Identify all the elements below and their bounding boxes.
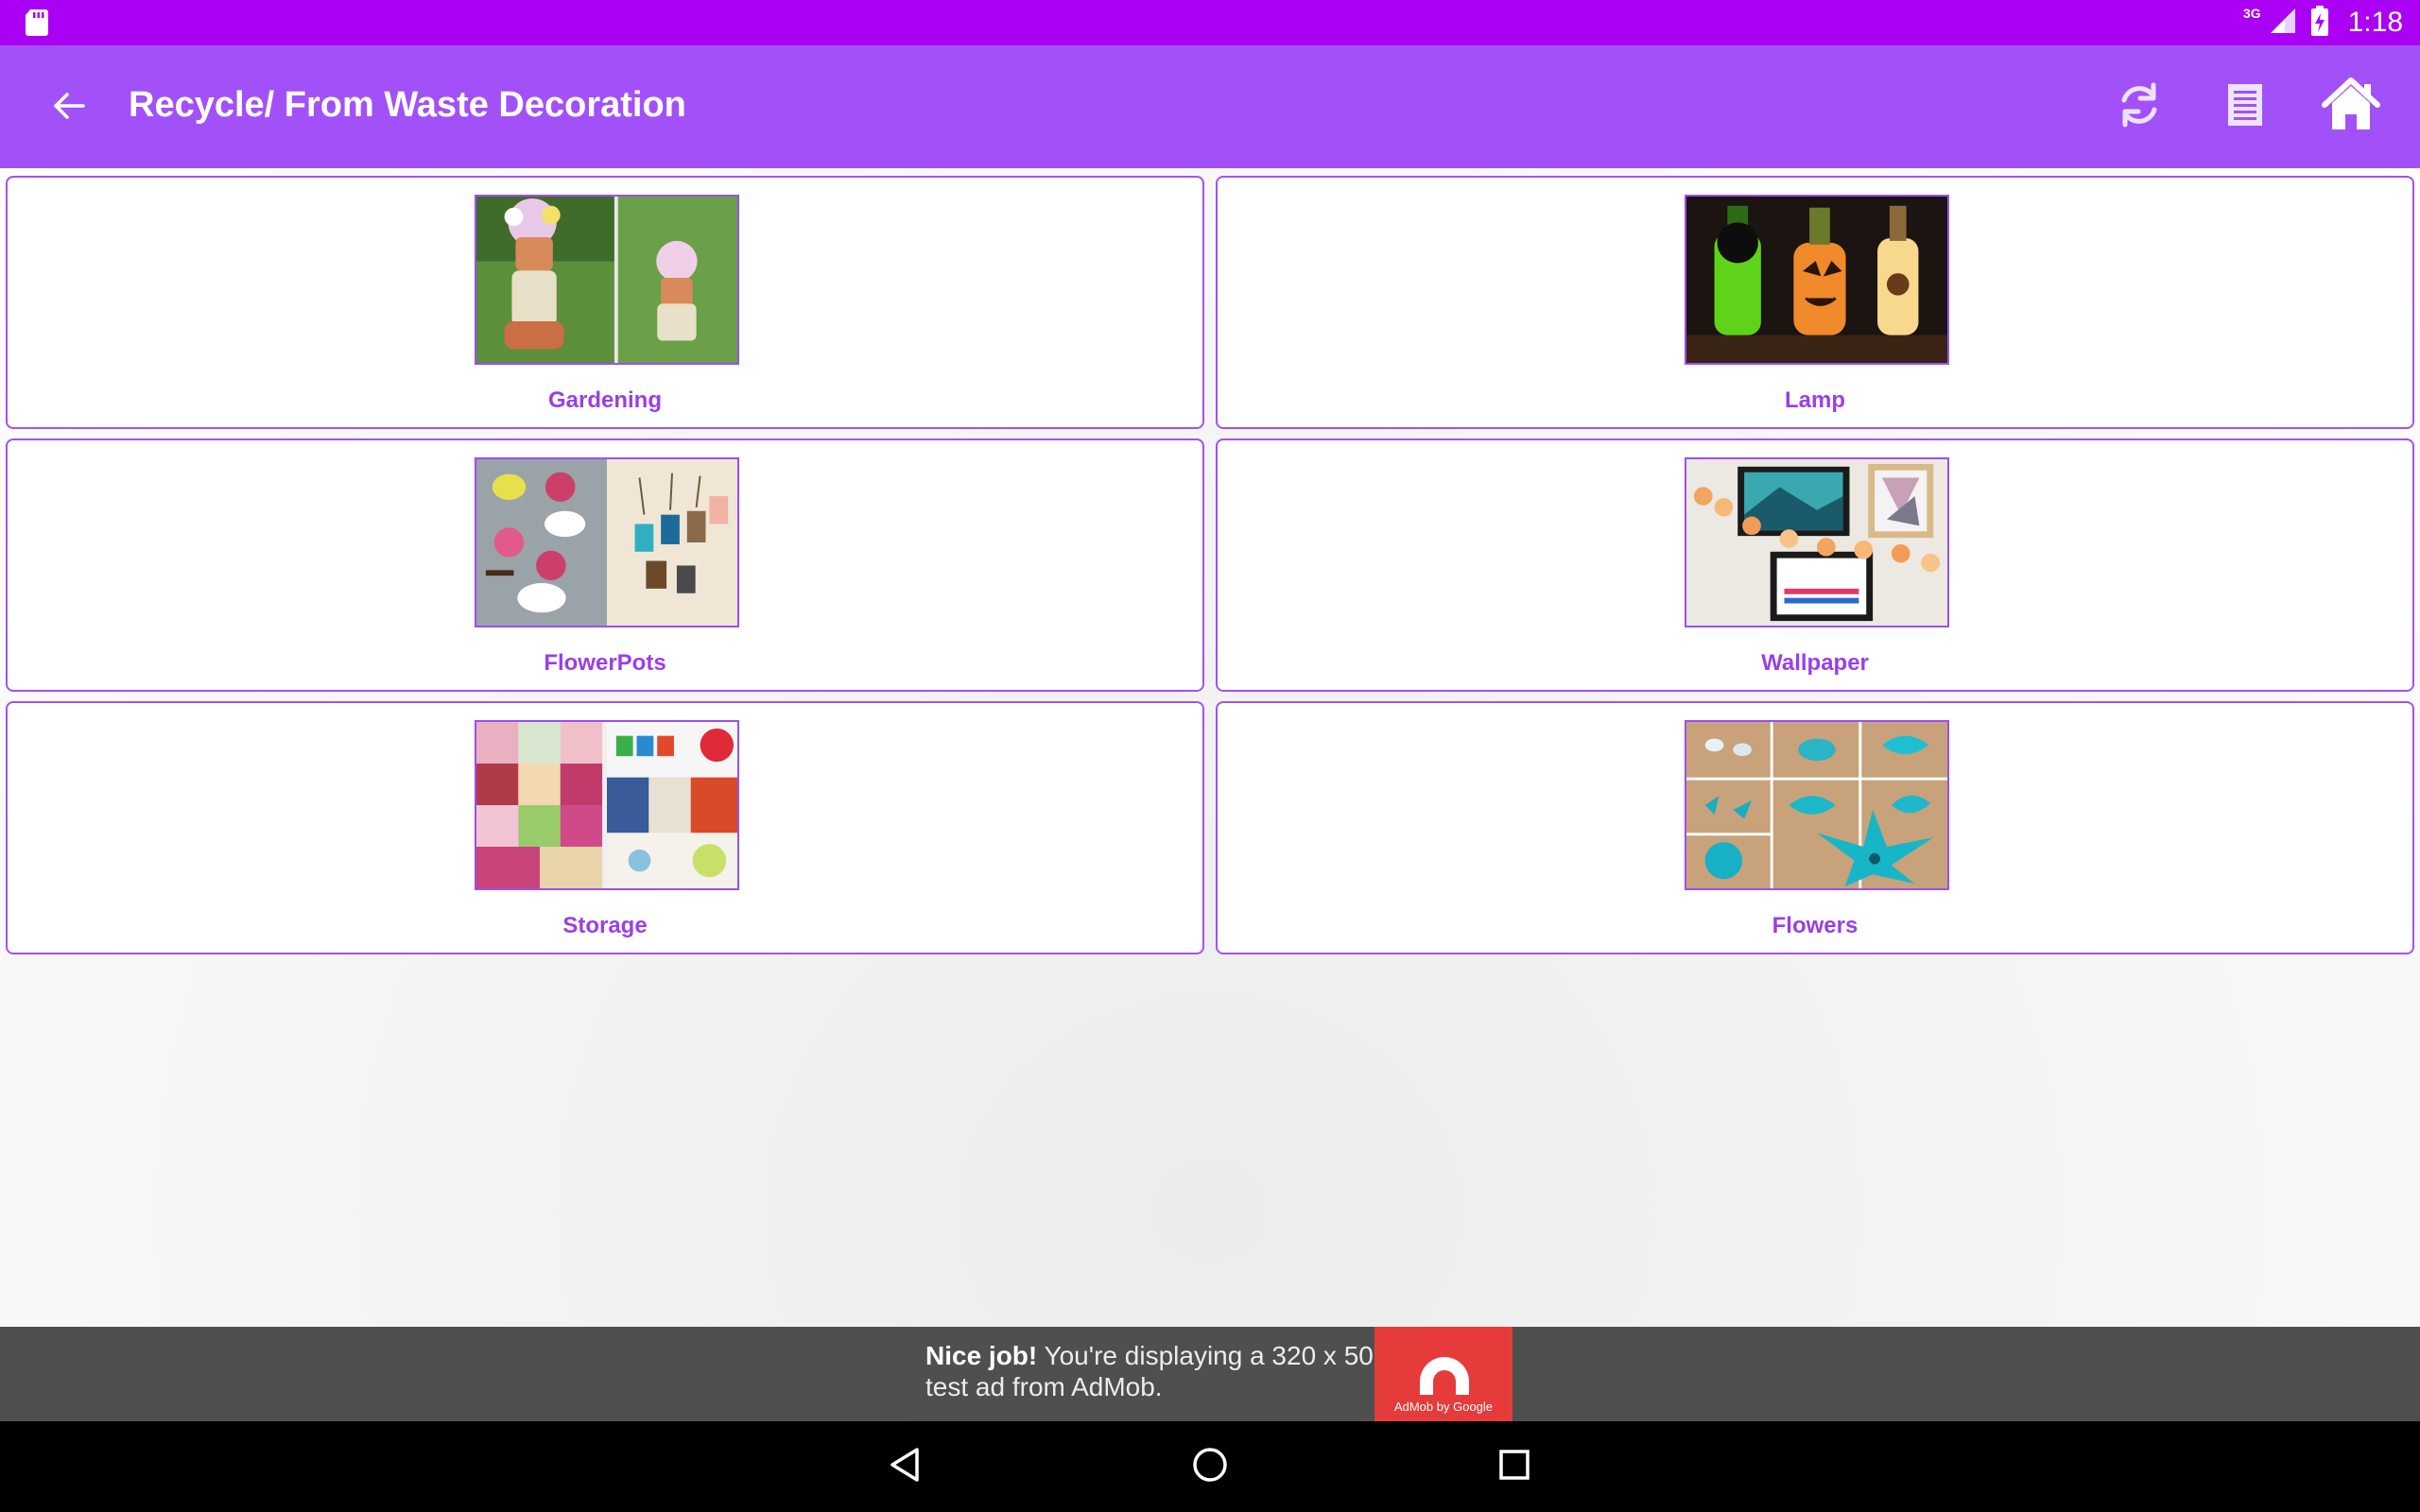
refresh-icon — [2116, 79, 2163, 135]
category-card-lamp[interactable]: Lamp — [1216, 176, 2414, 429]
category-label: Wallpaper — [1761, 650, 1869, 676]
nav-recents-button[interactable] — [1486, 1438, 1543, 1495]
status-indicators: 3G 1:18 — [2243, 0, 2403, 45]
refresh-button[interactable] — [2106, 74, 2172, 140]
network-type: 3G — [2242, 6, 2261, 21]
status-clock: 1:18 — [2347, 7, 2403, 38]
signal-icon — [2269, 7, 2297, 40]
home-circle-icon — [1191, 1446, 1229, 1488]
category-card-wallpaper[interactable]: Wallpaper — [1216, 438, 2414, 692]
home-button[interactable] — [2318, 74, 2384, 140]
wallpaper-thumbnail — [1685, 457, 1949, 627]
arrow-back-icon — [51, 89, 85, 128]
list-icon — [2226, 82, 2264, 132]
admob-test-ad[interactable]: Nice job! You're displaying a 320 x 50 t… — [908, 1327, 1512, 1421]
home-icon — [2321, 77, 2381, 138]
flowers-thumbnail — [1685, 720, 1949, 890]
system-nav-bar — [0, 1421, 2420, 1512]
app-screen: 3G 1:18 Recycle/ From Waste Decoration G… — [0, 0, 2420, 1512]
ad-text: Nice job! You're displaying a 320 x 50 t… — [925, 1340, 1379, 1402]
status-bar: 3G 1:18 — [0, 0, 2420, 45]
flowerpots-thumbnail — [475, 457, 739, 627]
admob-logo: AdMob by Google — [1374, 1327, 1512, 1421]
ad-banner-area: Nice job! You're displaying a 320 x 50 t… — [0, 1327, 2420, 1421]
app-toolbar: Recycle/ From Waste Decoration — [0, 45, 2420, 168]
recents-square-icon — [1497, 1448, 1531, 1486]
storage-thumbnail — [475, 720, 739, 890]
category-label: Gardening — [547, 387, 662, 413]
category-card-flowerpots[interactable]: FlowerPots — [6, 438, 1204, 692]
back-triangle-icon — [887, 1446, 925, 1488]
category-label: Flowers — [1772, 913, 1858, 938]
content-area: Gardening Lamp FlowerPots Wallpaper Stor… — [0, 168, 2420, 1327]
category-card-storage[interactable]: Storage — [6, 701, 1204, 954]
lamp-thumbnail — [1685, 195, 1949, 365]
nav-home-button[interactable] — [1182, 1438, 1238, 1495]
nav-back-button[interactable] — [877, 1438, 934, 1495]
gardening-thumbnail — [475, 195, 739, 365]
ad-logo-caption: AdMob by Google — [1393, 1400, 1494, 1414]
page-title: Recycle/ From Waste Decoration — [129, 85, 686, 125]
sd-card-icon — [25, 9, 49, 36]
category-card-flowers[interactable]: Flowers — [1216, 701, 2414, 954]
category-card-gardening[interactable]: Gardening — [6, 176, 1204, 429]
category-label: Lamp — [1784, 387, 1845, 413]
category-label: Storage — [562, 913, 648, 938]
ad-bold-text: Nice job! — [925, 1341, 1038, 1370]
category-label: FlowerPots — [544, 650, 666, 676]
battery-charging-icon — [2310, 5, 2329, 41]
back-button[interactable] — [42, 81, 95, 134]
list-button[interactable] — [2212, 74, 2278, 140]
